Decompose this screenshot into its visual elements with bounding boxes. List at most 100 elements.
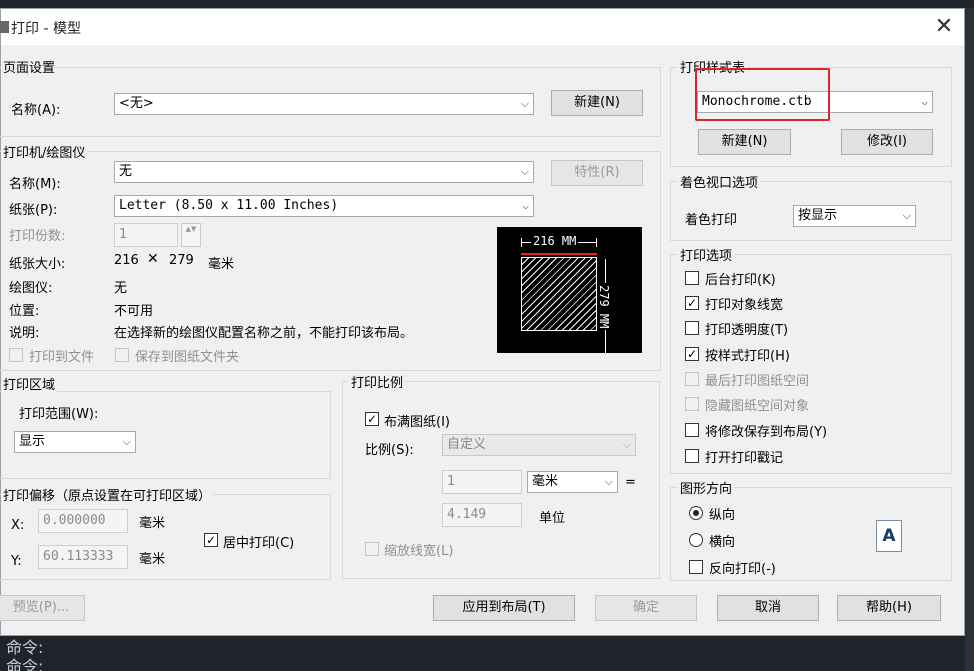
close-icon: ✕	[934, 14, 954, 39]
title-bar: 打印 - 模型 ✕	[0, 9, 964, 45]
cancel-button[interactable]: 取消	[717, 595, 819, 621]
preview-button[interactable]: 预览(P)...	[0, 595, 85, 621]
apply-to-layout-button[interactable]: 应用到布局(T)	[433, 595, 575, 621]
scale-denominator-unit: 单位	[539, 511, 566, 526]
orientation-preview-icon: A	[876, 520, 902, 552]
paper-size-label: 纸张大小:	[9, 257, 66, 272]
offset-y-unit: 毫米	[139, 552, 166, 567]
paper-preview: 216 MM 279 MM	[497, 227, 642, 355]
equals-sign: =	[625, 475, 636, 490]
plot-offset-label: 打印偏移（原点设置在可打印区域）	[1, 485, 214, 504]
chevron-down-icon: ⌵	[522, 199, 529, 212]
description-label: 说明:	[9, 326, 40, 341]
center-plot-checkbox[interactable]: ✓	[204, 533, 218, 547]
paper-height: 279	[169, 253, 194, 268]
plot-range-select[interactable]: 显示 ⌵	[14, 431, 136, 453]
fit-to-paper-checkbox[interactable]: ✓	[365, 412, 379, 426]
close-button[interactable]: ✕	[927, 13, 961, 41]
chevron-down-icon: ⌵	[604, 475, 613, 488]
paperspace-last-checkbox[interactable]	[685, 372, 699, 386]
copies-input[interactable]: 1	[114, 223, 178, 247]
chevron-down-icon: ⌵	[622, 438, 631, 451]
offset-x-unit: 毫米	[139, 516, 166, 531]
plot-with-styles-label: 按样式打印(H)	[705, 349, 790, 364]
page-setup-label: 页面设置	[1, 57, 58, 76]
page-setup-name-label: 名称(A):	[11, 103, 61, 118]
background-plot-checkbox[interactable]	[685, 271, 699, 285]
printer-properties-button[interactable]: 特性(R)	[551, 160, 643, 186]
page-setup-name-select[interactable]: <无> ⌵	[114, 93, 534, 115]
offset-y-label: Y:	[11, 554, 22, 569]
scale-label: 比例(S):	[365, 443, 414, 458]
chevron-down-icon: ⌵	[902, 209, 911, 222]
paper-width: 216	[114, 253, 139, 268]
save-changes-checkbox[interactable]	[685, 423, 699, 437]
copies-spinner[interactable]: ▲▼	[181, 223, 201, 247]
plot-transparency-checkbox[interactable]	[685, 321, 699, 335]
upside-down-checkbox[interactable]	[689, 560, 703, 574]
page-setup-new-button[interactable]: 新建(N)	[551, 90, 643, 116]
app-icon	[0, 21, 9, 33]
plot-with-styles-checkbox[interactable]: ✓	[685, 347, 699, 361]
print-dialog: 打印 - 模型 ✕ 页面设置 名称(A): <无> ⌵ 新建(N) 打印机/绘图仪…	[0, 8, 965, 636]
fit-to-paper-label: 布满图纸(I)	[384, 415, 450, 430]
plot-scale-label: 打印比例	[349, 372, 406, 391]
plot-stamp-checkbox[interactable]	[685, 449, 699, 463]
shaded-viewport-label: 着色视口选项	[678, 172, 761, 191]
plot-transparency-label: 打印透明度(T)	[705, 323, 789, 338]
copies-label: 打印份数:	[9, 229, 66, 244]
print-to-file-checkbox[interactable]	[9, 348, 23, 362]
plot-options-label: 打印选项	[678, 245, 735, 264]
plot-lineweights-checkbox[interactable]: ✓	[685, 296, 699, 310]
hide-objects-checkbox[interactable]	[685, 397, 699, 411]
times-sign: ✕	[147, 251, 159, 267]
shade-plot-label: 着色打印	[685, 213, 738, 228]
command-line-2: 命令:	[6, 657, 44, 671]
location-value: 不可用	[114, 304, 154, 319]
scale-select[interactable]: 自定义 ⌵	[442, 434, 636, 456]
shade-plot-select[interactable]: 按显示 ⌵	[793, 205, 916, 227]
highlight-box	[695, 68, 830, 121]
paper-unit: 毫米	[208, 257, 235, 272]
printable-area	[521, 257, 597, 331]
description-value: 在选择新的绘图仪配置名称之前，不能打印该布局。	[114, 326, 414, 341]
style-table-edit-button[interactable]: 修改(I)	[841, 129, 933, 155]
plotter-label: 绘图仪:	[9, 281, 53, 296]
preview-width-text: 216 MM	[531, 234, 579, 248]
orientation-label: 图形方向	[678, 478, 735, 497]
plot-lineweights-label: 打印对象线宽	[705, 298, 784, 313]
save-to-folder-label: 保存到图纸文件夹	[135, 350, 240, 365]
scale-unit-select[interactable]: 毫米 ⌵	[527, 471, 618, 493]
printer-name-label: 名称(M):	[9, 177, 61, 192]
portrait-label: 纵向	[709, 508, 736, 523]
location-label: 位置:	[9, 304, 40, 319]
scale-lineweights-label: 缩放线宽(L)	[384, 544, 454, 559]
paper-size-select[interactable]: Letter (8.50 x 11.00 Inches) ⌵	[114, 195, 534, 217]
ok-button[interactable]: 确定	[595, 595, 697, 621]
chevron-down-icon: ⌵	[520, 165, 529, 178]
background-plot-label: 后台打印(K)	[705, 273, 776, 288]
offset-x-input[interactable]: 0.000000	[38, 509, 128, 533]
plotter-value: 无	[114, 281, 128, 296]
scale-denominator-input[interactable]: 4.149	[442, 503, 522, 527]
preview-height-text: 279 MM	[597, 283, 611, 331]
hide-objects-label: 隐藏图纸空间对象	[705, 399, 810, 414]
dialog-title: 打印 - 模型	[11, 21, 81, 37]
plot-stamp-label: 打开打印戳记	[705, 451, 784, 466]
style-table-new-button[interactable]: 新建(N)	[698, 129, 791, 155]
plot-area-label: 打印区域	[1, 374, 58, 393]
save-to-folder-checkbox[interactable]	[115, 348, 129, 362]
print-to-file-label: 打印到文件	[29, 350, 95, 365]
save-changes-label: 将修改保存到布局(Y)	[705, 425, 828, 440]
printer-name-select[interactable]: 无 ⌵	[114, 161, 534, 183]
offset-y-input[interactable]: 60.113333	[38, 545, 128, 569]
scale-lineweights-checkbox[interactable]	[365, 542, 379, 556]
landscape-radio[interactable]	[689, 533, 703, 547]
portrait-radio[interactable]	[689, 506, 703, 520]
chevron-down-icon: ⌵	[520, 97, 529, 110]
help-button[interactable]: 帮助(H)	[837, 595, 941, 621]
paperspace-last-label: 最后打印图纸空间	[705, 374, 810, 389]
scale-numerator-input[interactable]: 1	[442, 470, 522, 494]
paper-label: 纸张(P):	[9, 203, 58, 218]
chevron-down-icon: ⌵	[921, 95, 928, 108]
